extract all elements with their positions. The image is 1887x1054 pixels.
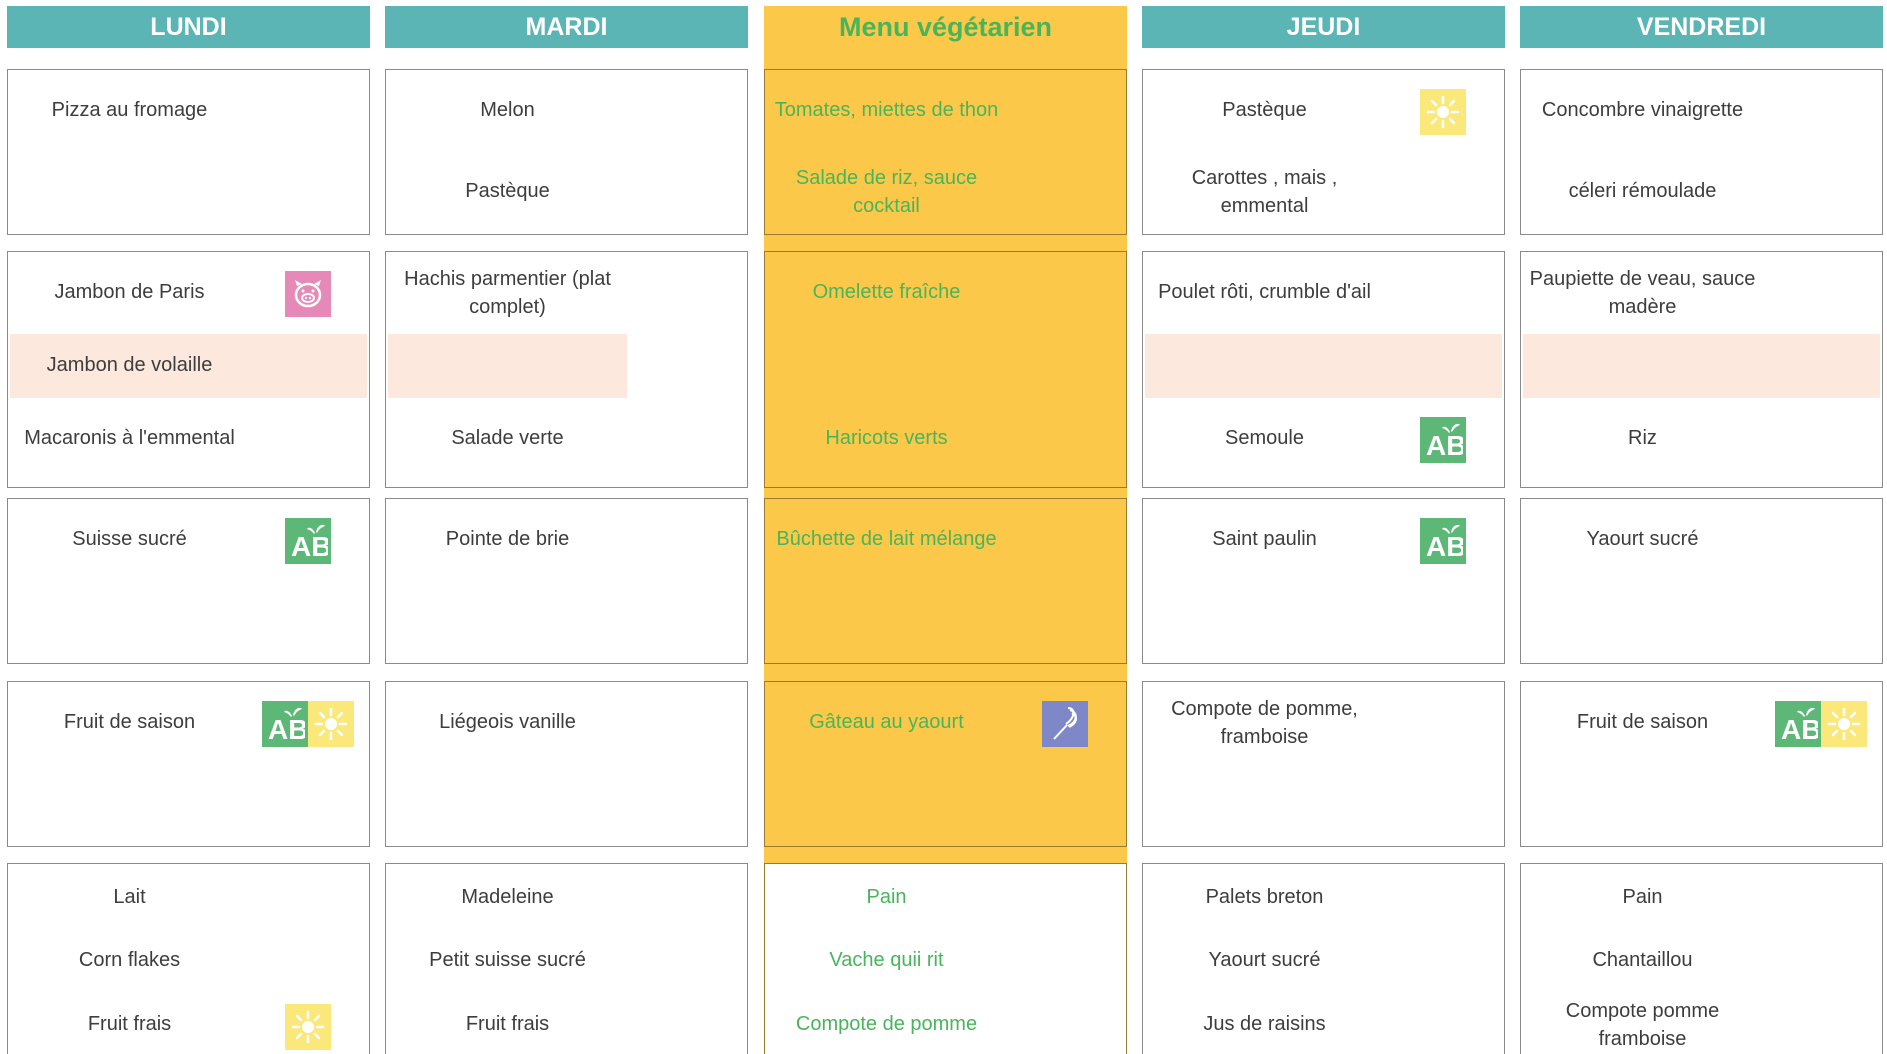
sun-seasonal-icon [308,701,354,747]
accompagnement-item: Macaronis à l'emmental [24,427,235,449]
plat-box: Jambon de Paris Jambon de volaille Macar… [7,251,370,488]
plat-alternative-item: Jambon de volaille [46,354,213,376]
entree-box: Melon Pastèque [385,69,748,235]
dessert-item: Fruit de saison [1576,711,1709,733]
svg-text:AB: AB [291,531,328,561]
entree-item: Tomates, miettes de thon [774,99,999,121]
gouter-box: Lait Corn flakes Fruit frais [7,863,370,1054]
gouter-item: Chantaillou [1592,949,1693,971]
entree-item: céleri rémoulade [1568,180,1717,202]
entree-box: Pizza au fromage [7,69,370,235]
sun-seasonal-icon [1821,701,1867,747]
dessert-item: Compote de pomme, framboise [1171,698,1358,748]
alternative-row [388,334,627,398]
plat-item: Paupiette de veau, sauce madère [1529,268,1756,318]
laitage-box: Suisse sucré AB [7,498,370,664]
laitage-box: Saint paulin AB [1142,498,1505,664]
laitage-item: Saint paulin [1212,528,1317,550]
laitage-box: Bûchette de lait mélange [764,498,1127,664]
accompagnement-item: Semoule [1225,427,1304,449]
gouter-box: Pain Vache quii rit Compote de pomme [764,863,1127,1054]
gouter-item: Fruit frais [465,1013,550,1035]
dessert-item: Gâteau au yaourt [809,711,964,733]
laitage-item: Suisse sucré [72,528,187,550]
laitage-item: Pointe de brie [445,528,570,550]
sun-seasonal-icon [1420,89,1466,135]
gouter-item: Lait [113,886,146,908]
gouter-item: Vache quii rit [829,949,944,971]
dessert-item: Liégeois vanille [439,711,576,733]
dessert-box: Fruit de saison AB [1520,681,1883,847]
sun-seasonal-icon [285,1004,331,1050]
entree-item: Pastèque [465,180,550,202]
dessert-item: Fruit de saison [63,711,196,733]
column-menu-vegetarien: Menu végétarien Tomates, miettes de thon… [764,6,1127,1054]
accompagnement-item: Riz [1628,427,1657,449]
plat-box: Paupiette de veau, sauce madère Riz [1520,251,1883,488]
svg-text:AB: AB [1781,714,1818,744]
bio-ab-label-icon: AB [1420,518,1466,564]
gouter-item: Yaourt sucré [1208,949,1321,971]
column-jeudi: JEUDI Pastèque Carottes , mais , emmenta… [1142,6,1505,1054]
gouter-item: Corn flakes [78,949,181,971]
entree-box: Tomates, miettes de thon Salade de riz, … [764,69,1127,235]
day-header: MARDI [385,6,748,48]
plat-item: Omelette fraîche [812,281,961,303]
whisk-homemade-icon [1042,701,1088,747]
bio-ab-label-icon: AB [1420,417,1466,463]
gouter-item: Madeleine [461,886,554,908]
bio-ab-label-icon: AB [262,701,308,747]
plat-box: Omelette fraîche Haricots verts [764,251,1127,488]
day-header: VENDREDI [1520,6,1883,48]
svg-text:AB: AB [1426,430,1463,460]
gouter-box: Pain Chantaillou Compote pomme framboise [1520,863,1883,1054]
alternative-row [1523,334,1880,398]
dessert-box: Fruit de saison AB [7,681,370,847]
gouter-box: Madeleine Petit suisse sucré Fruit frais [385,863,748,1054]
entree-item: Pizza au fromage [51,99,208,121]
laitage-item: Bûchette de lait mélange [776,528,997,550]
laitage-box: Pointe de brie [385,498,748,664]
pig-pork-icon [285,271,331,317]
entree-item: Pastèque [1222,99,1307,121]
entree-item: Concombre vinaigrette [1541,99,1744,121]
accompagnement-item: Salade verte [451,427,564,449]
alternative-row [1145,334,1502,398]
bio-ab-label-icon: AB [285,518,331,564]
plat-item: Jambon de Paris [54,281,205,303]
column-lundi: LUNDI Pizza au fromage Jambon de Paris J… [7,6,370,1054]
entree-item: Salade de riz, sauce cocktail [795,167,978,217]
plat-box: Hachis parmentier (plat complet) Salade … [385,251,748,488]
gouter-item: Pain [866,886,907,908]
gouter-item: Pain [1622,886,1663,908]
entree-item: Melon [480,99,535,121]
svg-text:AB: AB [268,714,305,744]
gouter-item: Fruit frais [87,1013,172,1035]
dessert-box: Liégeois vanille [385,681,748,847]
day-header: Menu végétarien [764,6,1127,48]
gouter-item: Palets breton [1205,886,1324,908]
plat-box: Poulet rôti, crumble d'ail Semoule AB [1142,251,1505,488]
column-mardi: MARDI Melon Pastèque Hachis parmentier (… [385,6,748,1054]
laitage-item: Yaourt sucré [1586,528,1699,550]
gouter-box: Palets breton Yaourt sucré Jus de raisin… [1142,863,1505,1054]
entree-box: Pastèque Carottes , mais , emmental [1142,69,1505,235]
column-vendredi: VENDREDI Concombre vinaigrette céleri ré… [1520,6,1883,1054]
gouter-item: Petit suisse sucré [429,949,586,971]
entree-box: Concombre vinaigrette céleri rémoulade [1520,69,1883,235]
entree-item: Carottes , mais , emmental [1191,167,1338,217]
laitage-box: Yaourt sucré [1520,498,1883,664]
svg-text:AB: AB [1426,531,1463,561]
day-header: LUNDI [7,6,370,48]
gouter-item: Compote de pomme [795,1013,978,1035]
day-header: JEUDI [1142,6,1505,48]
gouter-item: Compote pomme framboise [1565,1000,1720,1050]
accompagnement-item: Haricots verts [825,427,948,449]
gouter-item: Jus de raisins [1203,1013,1326,1035]
plat-item: Poulet rôti, crumble d'ail [1158,281,1371,303]
dessert-box: Gâteau au yaourt [764,681,1127,847]
bio-ab-label-icon: AB [1775,701,1821,747]
dessert-box: Compote de pomme, framboise [1142,681,1505,847]
plat-item: Hachis parmentier (plat complet) [404,268,611,318]
